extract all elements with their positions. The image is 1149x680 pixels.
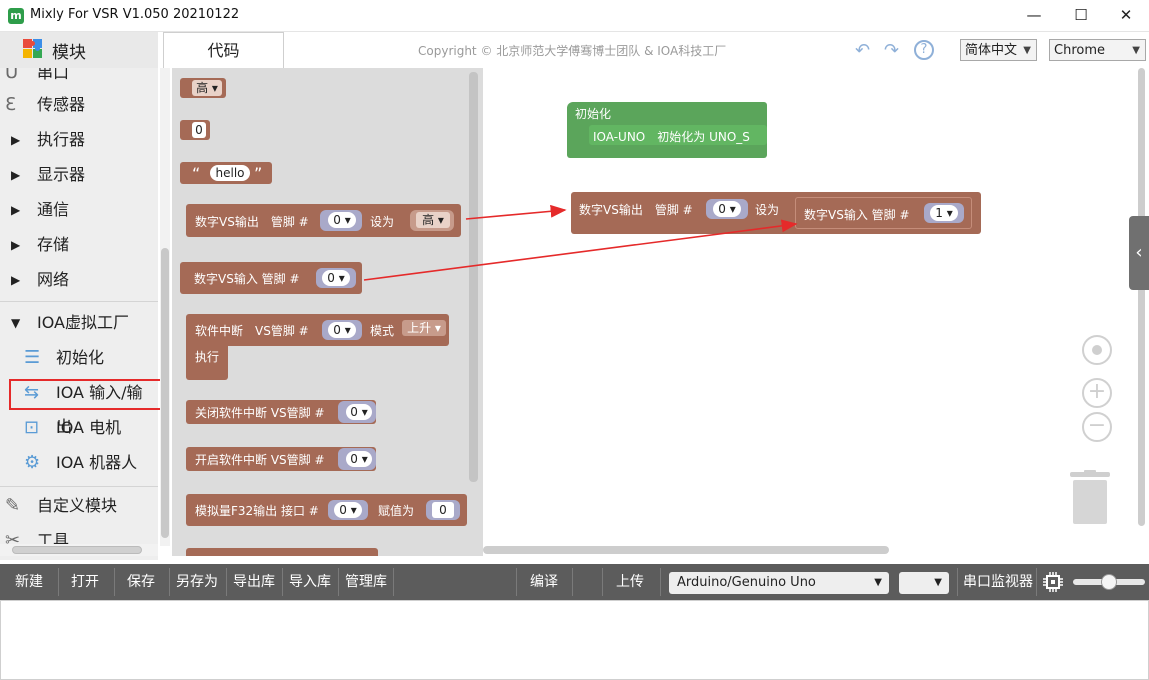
manage-library-button[interactable]: 管理库 (341, 564, 391, 600)
divider (114, 568, 115, 596)
divider (516, 568, 517, 596)
chevron-down-icon: ▼ (874, 577, 882, 588)
divider (393, 568, 394, 596)
slider-handle[interactable] (1101, 574, 1117, 590)
divider (660, 568, 661, 596)
trash-icon[interactable] (1070, 470, 1110, 524)
divider (338, 568, 339, 596)
zoom-slider[interactable] (1073, 574, 1145, 590)
output-console[interactable] (0, 600, 1149, 680)
recenter-icon[interactable] (1082, 335, 1112, 365)
compile-button[interactable]: 编译 (522, 564, 566, 600)
divider (1036, 568, 1037, 596)
divider (572, 568, 573, 596)
divider (957, 568, 958, 596)
canvas-horizontal-scrollbar[interactable] (483, 546, 889, 554)
divider (282, 568, 283, 596)
upload-button[interactable]: 上传 (608, 564, 652, 600)
zoom-in-icon[interactable]: + (1082, 378, 1112, 408)
divider (169, 568, 170, 596)
canvas-vertical-scrollbar[interactable] (1137, 68, 1147, 528)
divider (58, 568, 59, 596)
import-library-button[interactable]: 导入库 (285, 564, 335, 600)
chevron-left-icon[interactable]: ‹ (1129, 216, 1149, 290)
new-button[interactable]: 新建 (8, 564, 50, 600)
arrow-output (465, 204, 567, 220)
open-button[interactable]: 打开 (64, 564, 106, 600)
bottom-toolbar: 新建 打开 保存 另存为 导出库 导入库 管理库 编译 上传 Arduino/G… (0, 564, 1149, 600)
export-library-button[interactable]: 导出库 (229, 564, 279, 600)
arrow-input (363, 219, 798, 281)
save-as-button[interactable]: 另存为 (172, 564, 222, 600)
save-button[interactable]: 保存 (120, 564, 162, 600)
scrollbar-thumb[interactable] (1138, 68, 1145, 526)
board-select[interactable]: Arduino/Genuino Uno ▼ (669, 572, 889, 594)
chip-icon[interactable] (1043, 572, 1063, 592)
divider (226, 568, 227, 596)
divider (602, 568, 603, 596)
board-select-value: Arduino/Genuino Uno (677, 575, 816, 590)
port-select[interactable]: ▼ (899, 572, 949, 594)
chevron-down-icon: ▼ (934, 577, 942, 588)
serial-monitor-button[interactable]: 串口监视器 (962, 564, 1034, 600)
zoom-out-icon[interactable]: − (1082, 412, 1112, 442)
